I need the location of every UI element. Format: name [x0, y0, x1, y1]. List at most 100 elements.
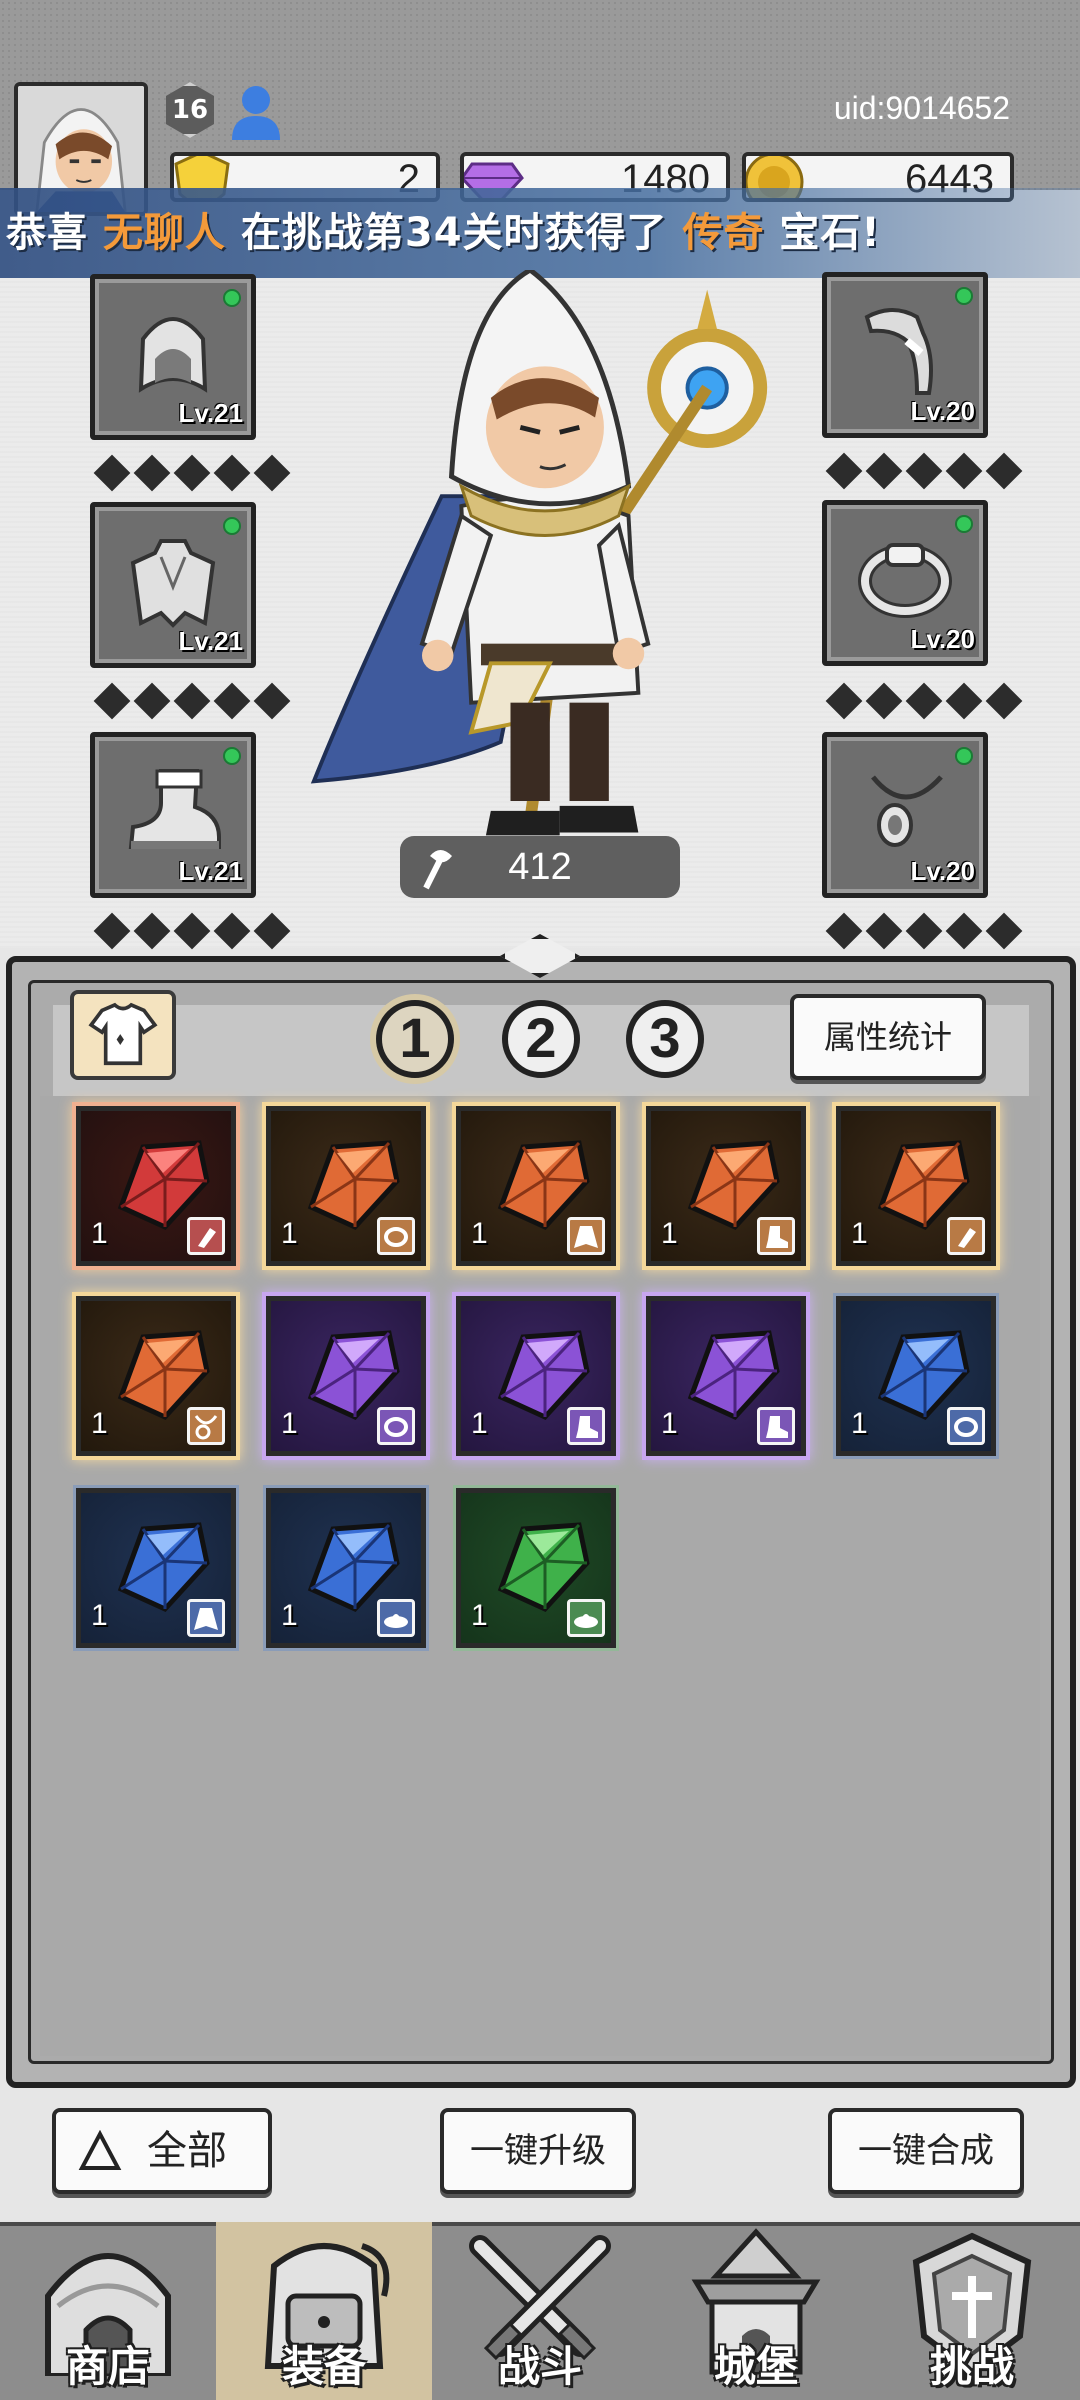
necklace-slot-icon: [194, 1415, 218, 1440]
announcement-prefix: 恭喜: [6, 210, 88, 256]
announcement-suffix: 宝石!: [779, 210, 881, 256]
gem-card[interactable]: 1: [456, 1296, 616, 1456]
boots-star-rating: [93, 912, 291, 950]
gem-quantity: 1: [281, 1217, 298, 1250]
upgrade-available-dot: [223, 517, 241, 535]
shirt-icon: [88, 1002, 158, 1066]
announcement-banner: 恭喜 无聊人 在挑战第34关时获得了 传奇 宝石!: [0, 188, 1080, 278]
cloak-star-rating: [93, 682, 291, 720]
gem-slot-tag: [757, 1217, 795, 1255]
cloak-icon: [130, 539, 216, 628]
hood-star-rating: [93, 454, 291, 492]
equip-slot-weapon[interactable]: Lv.20: [822, 272, 988, 438]
gem-slot-tag: [567, 1217, 605, 1255]
equip-level: Lv.21: [178, 856, 243, 886]
inventory-tab-3[interactable]: 3: [626, 1000, 704, 1078]
weapon-slot-icon: [958, 1228, 976, 1248]
wardrobe-button[interactable]: [70, 990, 176, 1080]
nav-equipment[interactable]: 装备: [216, 2222, 432, 2400]
equip-level: Lv.21: [178, 398, 243, 428]
upgrade-available-dot: [955, 287, 973, 305]
gem-card[interactable]: 1: [456, 1488, 616, 1648]
hero-character: [310, 270, 768, 836]
power-staff-icon: [423, 850, 452, 890]
gem-slot-tag: [377, 1217, 415, 1255]
nav-challenge-label: 挑战: [929, 2342, 1014, 2391]
equip-level: Lv.20: [910, 856, 975, 886]
triangle-filter-icon: [78, 2130, 122, 2170]
gem-card[interactable]: 1: [266, 1488, 426, 1648]
upgrade-available-dot: [955, 747, 973, 765]
gem-slot-tag: [187, 1599, 225, 1637]
nav-battle[interactable]: 战斗: [432, 2222, 648, 2400]
upgrade-available-dot: [223, 747, 241, 765]
gem-quantity: 1: [91, 1217, 108, 1250]
gem-slot-tag: [947, 1407, 985, 1445]
gem-card[interactable]: 1: [456, 1106, 616, 1266]
boots-slot-icon: [766, 1416, 788, 1438]
equip-level: Lv.20: [910, 396, 975, 426]
announcement-middle: 在挑战第34关时获得了: [240, 210, 668, 256]
gem-slot-tag: [377, 1599, 415, 1637]
gem-quantity: 1: [851, 1407, 868, 1440]
gem-slot-tag: [187, 1407, 225, 1445]
gem-card[interactable]: 1: [836, 1106, 996, 1266]
staff-icon: [864, 308, 933, 395]
necklace-icon: [871, 775, 943, 847]
hood-icon: [138, 317, 208, 393]
gem-card[interactable]: 1: [266, 1106, 426, 1266]
player-level-value: 16: [171, 95, 209, 125]
gem-card[interactable]: 1: [76, 1488, 236, 1648]
merge-all-button[interactable]: 一键合成: [828, 2108, 1024, 2194]
announcement-player: 无聊人: [102, 210, 226, 256]
boots-slot-icon: [576, 1416, 598, 1438]
nav-castle-label: 城堡: [713, 2342, 798, 2391]
gem-card[interactable]: 1: [646, 1106, 806, 1266]
nav-battle-label: 战斗: [497, 2342, 582, 2391]
ring-slot-icon: [384, 1417, 408, 1437]
equip-slot-boots[interactable]: Lv.21: [90, 732, 256, 898]
hat-slot-icon: [574, 1614, 598, 1628]
gem-slot-tag: [187, 1217, 225, 1255]
hero-power-value: 412: [508, 846, 572, 888]
nav-castle[interactable]: 城堡: [648, 2222, 864, 2400]
ring-slot-icon: [954, 1417, 978, 1437]
gem-card[interactable]: 1: [76, 1106, 236, 1266]
gem-card[interactable]: 1: [836, 1296, 996, 1456]
gem-slot-tag: [567, 1599, 605, 1637]
gem-quantity: 1: [471, 1599, 488, 1632]
upgrade-available-dot: [223, 289, 241, 307]
equip-level: Lv.20: [910, 624, 975, 654]
player-uid: uid:9014652: [833, 90, 1010, 126]
equip-level: Lv.21: [178, 626, 243, 656]
filter-all-button[interactable]: 全部: [52, 2108, 272, 2194]
equip-slot-hood[interactable]: Lv.21: [90, 274, 256, 440]
nav-shop[interactable]: 商店: [0, 2222, 216, 2400]
equip-slot-necklace[interactable]: Lv.20: [822, 732, 988, 898]
gem-quantity: 1: [471, 1217, 488, 1250]
announcement-rarity: 传奇: [682, 210, 765, 256]
gem-card[interactable]: 1: [266, 1296, 426, 1456]
gem-quantity: 1: [91, 1407, 108, 1440]
inventory-tab-1[interactable]: 1: [376, 1000, 454, 1078]
hero-power: 412: [400, 836, 680, 898]
gem-slot-tag: [377, 1407, 415, 1445]
cloak-slot-icon: [574, 1226, 598, 1248]
equip-slot-ring[interactable]: Lv.20: [822, 500, 988, 666]
gem-quantity: 1: [281, 1599, 298, 1632]
boots-slot-icon: [766, 1226, 788, 1248]
gem-quantity: 1: [661, 1407, 678, 1440]
nav-challenge[interactable]: 挑战: [864, 2222, 1080, 2400]
attribute-stats-button[interactable]: 属性统计: [790, 994, 986, 1080]
equip-slot-cloak[interactable]: Lv.21: [90, 502, 256, 668]
inventory-tab-2[interactable]: 2: [502, 1000, 580, 1078]
friends-icon[interactable]: [228, 82, 284, 142]
upgrade-all-button[interactable]: 一键升级: [440, 2108, 636, 2194]
filter-all-label: 全部: [147, 2128, 227, 2174]
gem-quantity: 1: [281, 1407, 298, 1440]
gem-quantity: 1: [661, 1217, 678, 1250]
gem-quantity: 1: [91, 1599, 108, 1632]
gem-card[interactable]: 1: [646, 1296, 806, 1456]
ring-slot-icon: [384, 1227, 408, 1247]
gem-card[interactable]: 1: [76, 1296, 236, 1456]
